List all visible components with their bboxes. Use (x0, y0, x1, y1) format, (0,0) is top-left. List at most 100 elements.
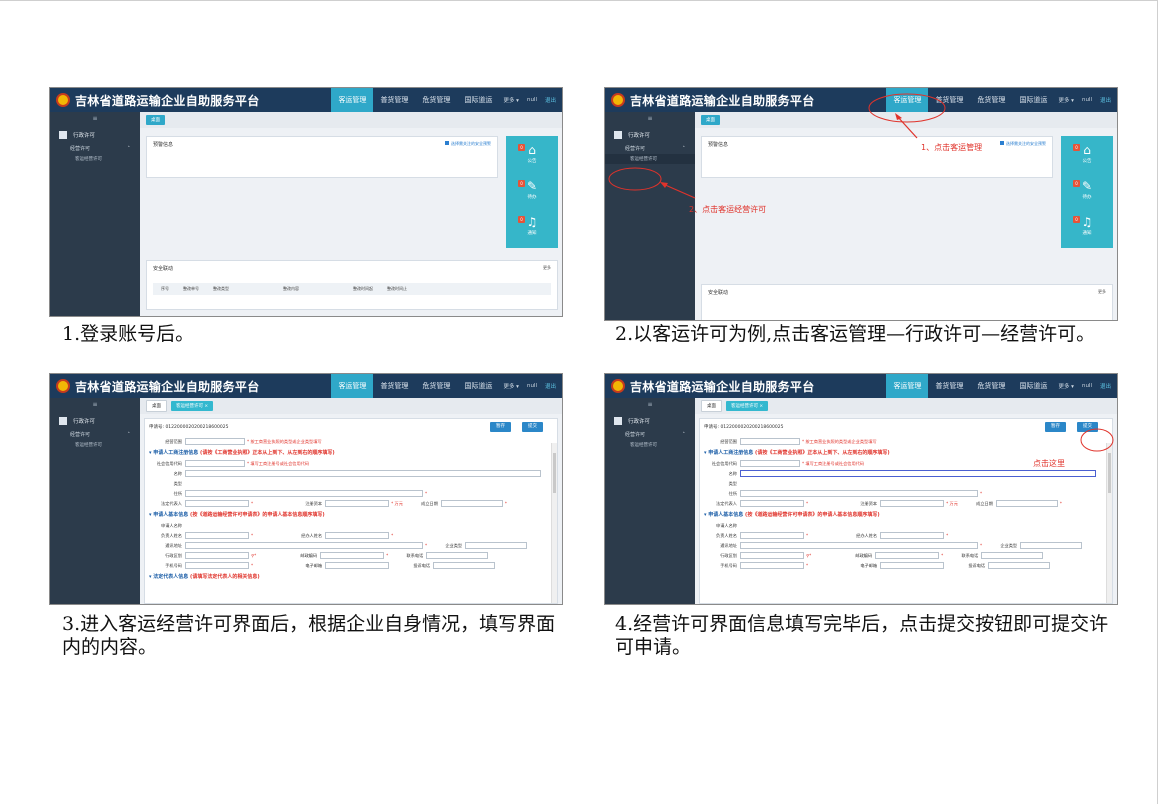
email-input[interactable] (880, 562, 945, 569)
sidebar-label: 经营许可 (625, 146, 646, 152)
sidebar-item-admin-permit[interactable]: 行政许可 (50, 126, 140, 143)
zip-input[interactable] (875, 552, 940, 559)
submit-button[interactable]: 提交 (1077, 422, 1098, 432)
nav-international[interactable]: 国际道运 (1012, 374, 1054, 398)
enterprise-type-select[interactable] (465, 542, 528, 549)
sidebar-item-business-permit[interactable]: 经营许可 ˄ (50, 143, 140, 154)
collapse-icon[interactable]: ≡ (50, 398, 140, 412)
scope-input[interactable] (185, 438, 245, 445)
region-input[interactable] (740, 552, 804, 559)
logout-link[interactable]: 退出 (1096, 88, 1117, 112)
tab-passenger-permit[interactable]: 客运经营许可 × (171, 401, 214, 411)
nav-passenger[interactable]: 客运管理 (886, 88, 929, 112)
save-button[interactable]: 暂存 (1045, 422, 1066, 432)
phone-input[interactable] (981, 552, 1044, 559)
nav-international[interactable]: 国际道运 (1012, 88, 1054, 112)
nav-dangerous-cargo[interactable]: 危货管理 (970, 374, 1012, 398)
scrollbar[interactable] (551, 443, 557, 603)
capital-input[interactable] (325, 500, 390, 507)
sidebar-item-admin-permit[interactable]: 行政许可 (605, 126, 695, 143)
legal-rep-input[interactable] (185, 500, 249, 507)
submit-button[interactable]: 提交 (522, 422, 543, 432)
quick-notice[interactable]: 0 ⌂ 公告 (506, 136, 558, 172)
enterprise-type-select[interactable] (1020, 542, 1083, 549)
mobile-input[interactable] (740, 562, 804, 569)
mobile-input[interactable] (185, 562, 249, 569)
sidebar-item-business-permit[interactable]: 经营许可 ˄ (605, 429, 695, 440)
tab-desktop[interactable]: 桌面 (701, 400, 722, 412)
address-input[interactable] (185, 490, 423, 497)
address-input[interactable] (740, 490, 978, 497)
more-menu[interactable]: 更多 ▾ (499, 88, 523, 112)
complaint-phone-input[interactable] (433, 562, 496, 569)
nav-general-cargo[interactable]: 普货管理 (373, 88, 415, 112)
owner-input[interactable] (740, 532, 804, 539)
legal-rep-input[interactable] (740, 500, 804, 507)
logout-link[interactable]: 退出 (541, 88, 562, 112)
tab-desktop[interactable]: 桌面 (146, 115, 165, 125)
collapse-icon[interactable]: ≡ (605, 112, 695, 126)
capital-input[interactable] (880, 500, 945, 507)
credit-code-input[interactable] (185, 460, 245, 467)
owner-input[interactable] (185, 532, 249, 539)
sidebar-item-passenger-permit[interactable]: 客运经营许可 (50, 154, 140, 164)
nav-general-cargo[interactable]: 普货管理 (373, 374, 415, 398)
warning-settings-link[interactable]: 选择需关注的安全预警 (445, 141, 491, 147)
collapse-icon[interactable]: ≡ (50, 112, 140, 126)
email-input[interactable] (325, 562, 390, 569)
date-input[interactable] (995, 500, 1058, 507)
date-input[interactable] (440, 500, 503, 507)
field-label: 行政区划 (165, 552, 182, 558)
safety-more-link[interactable]: 更多 (1098, 289, 1106, 295)
sidebar-item-admin-permit[interactable]: 行政许可 (605, 412, 695, 429)
save-button[interactable]: 暂存 (490, 422, 511, 432)
nav-passenger[interactable]: 客运管理 (331, 374, 374, 398)
tab-passenger-permit[interactable]: 客运经营许可 × (726, 401, 769, 411)
sidebar-item-admin-permit[interactable]: 行政许可 (50, 412, 140, 429)
logout-link[interactable]: 退出 (541, 374, 562, 398)
phone-input[interactable] (426, 552, 489, 559)
sidebar-item-passenger-permit[interactable]: 客运经营许可 (605, 154, 695, 164)
mail-address-input[interactable] (185, 542, 423, 549)
name-input[interactable] (185, 470, 541, 477)
nav-general-cargo[interactable]: 普货管理 (928, 88, 970, 112)
more-menu[interactable]: 更多 ▾ (1054, 374, 1078, 398)
more-menu[interactable]: 更多 ▾ (1054, 88, 1078, 112)
quick-todo[interactable]: 0 ✎ 待办 (1061, 172, 1113, 208)
quick-notify[interactable]: 0 ♫ 通知 (506, 208, 558, 244)
nav-passenger[interactable]: 客运管理 (331, 88, 374, 112)
warning-settings-link[interactable]: 选择需关注的安全预警 (1000, 141, 1046, 147)
nav-dangerous-cargo[interactable]: 危货管理 (415, 88, 457, 112)
quick-notice[interactable]: 0 ⌂ 公告 (1061, 136, 1113, 172)
sidebar-item-business-permit[interactable]: 经营许可 ˄ (50, 429, 140, 440)
sidebar-label: 经营许可 (70, 146, 91, 152)
nav-passenger[interactable]: 客运管理 (886, 374, 929, 398)
sidebar-item-passenger-permit[interactable]: 客运经营许可 (605, 440, 695, 450)
region-input[interactable] (185, 552, 249, 559)
scope-input[interactable] (740, 438, 800, 445)
mail-address-input[interactable] (740, 542, 978, 549)
collapse-icon[interactable]: ≡ (605, 398, 695, 412)
nav-international[interactable]: 国际道运 (457, 88, 499, 112)
nav-international[interactable]: 国际道运 (457, 374, 499, 398)
safety-more-link[interactable]: 更多 (543, 265, 551, 271)
sidebar-item-passenger-permit[interactable]: 客运经营许可 (50, 440, 140, 450)
credit-code-input[interactable] (740, 460, 800, 467)
tab-desktop[interactable]: 桌面 (146, 400, 167, 412)
sidebar-item-business-permit[interactable]: 经营许可 ˄ (605, 143, 695, 154)
quick-notify[interactable]: 0 ♫ 通知 (1061, 208, 1113, 244)
logout-link[interactable]: 退出 (1096, 374, 1117, 398)
tab-desktop[interactable]: 桌面 (701, 115, 720, 125)
zip-input[interactable] (320, 552, 385, 559)
agent-input[interactable] (325, 532, 390, 539)
more-menu[interactable]: 更多 ▾ (499, 374, 523, 398)
quick-todo[interactable]: 0 ✎ 待办 (506, 172, 558, 208)
nav-dangerous-cargo[interactable]: 危货管理 (415, 374, 457, 398)
name-input[interactable] (740, 470, 1096, 477)
nav-dangerous-cargo[interactable]: 危货管理 (970, 88, 1012, 112)
scrollbar[interactable] (1106, 443, 1112, 603)
complaint-phone-input[interactable] (988, 562, 1051, 569)
agent-input[interactable] (880, 532, 945, 539)
nav-general-cargo[interactable]: 普货管理 (928, 374, 970, 398)
row-owner: 负责人姓名 * 经办人姓名 * (149, 531, 547, 540)
